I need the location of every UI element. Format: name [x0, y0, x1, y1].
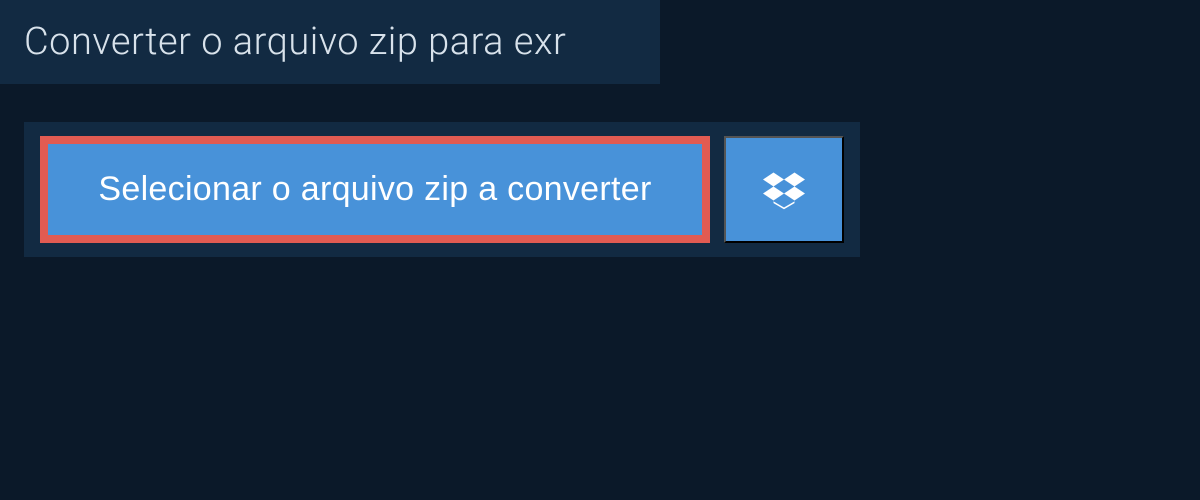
page-title: Converter o arquivo zip para exr [24, 20, 636, 64]
dropbox-icon [763, 169, 805, 211]
page-header: Converter o arquivo zip para exr [0, 0, 660, 84]
select-file-button[interactable]: Selecionar o arquivo zip a converter [40, 136, 710, 243]
upload-panel: Selecionar o arquivo zip a converter [24, 122, 860, 257]
dropbox-button[interactable] [724, 136, 844, 243]
select-file-label: Selecionar o arquivo zip a converter [98, 170, 651, 209]
